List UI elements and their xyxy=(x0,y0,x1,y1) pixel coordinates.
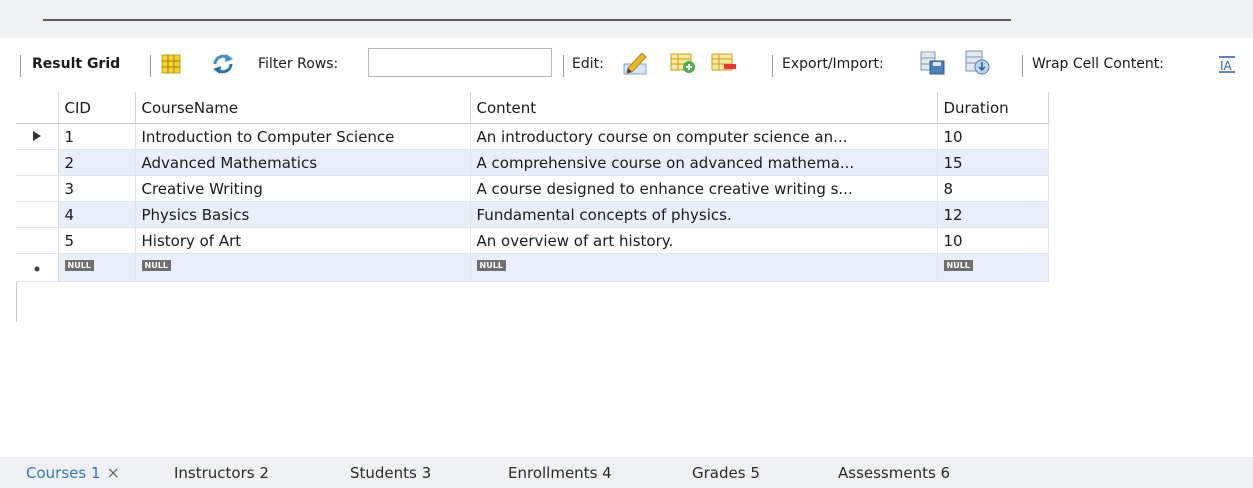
cell-duration[interactable]: 8 xyxy=(937,175,1049,202)
cell-coursename-null[interactable]: NULL xyxy=(135,253,471,282)
column-header-coursename[interactable]: CourseName xyxy=(135,92,471,124)
cell-duration-null[interactable]: NULL xyxy=(937,253,1049,282)
row-indicator-header xyxy=(16,92,59,124)
tab-students[interactable]: Students 3 xyxy=(350,457,431,488)
row-indicator xyxy=(16,227,59,254)
tab-label: Assessments 6 xyxy=(838,463,951,482)
cell-cid[interactable]: 4 xyxy=(58,201,136,228)
import-icon[interactable] xyxy=(965,50,991,76)
current-row-indicator xyxy=(16,123,59,150)
tab-assessments[interactable]: Assessments 6 xyxy=(838,457,950,488)
cell-duration[interactable]: 10 xyxy=(937,123,1049,150)
cell-coursename[interactable]: History of Art xyxy=(135,227,471,254)
cell-cid-null[interactable]: NULL xyxy=(58,253,136,282)
refresh-icon[interactable] xyxy=(211,53,235,75)
cell-coursename[interactable]: Creative Writing xyxy=(135,175,471,202)
panel-splitter-line[interactable] xyxy=(43,19,1011,21)
cell-content[interactable]: A course designed to enhance creative wr… xyxy=(470,175,938,202)
tab-instructors[interactable]: Instructors 2 xyxy=(174,457,269,488)
asterisk-icon xyxy=(34,266,40,271)
new-row-indicator xyxy=(16,253,59,282)
toolbar-separator xyxy=(563,55,564,77)
edit-row-icon[interactable] xyxy=(622,50,648,76)
toolbar-separator xyxy=(20,55,21,77)
cell-content[interactable]: An overview of art history. xyxy=(470,227,938,254)
null-badge: NULL xyxy=(476,260,506,271)
table-row[interactable]: 3 Creative Writing A course designed to … xyxy=(16,175,1049,202)
result-toolbar: Result Grid Filter Rows: Edit: Export/Im… xyxy=(0,38,1253,89)
cell-coursename[interactable]: Advanced Mathematics xyxy=(135,149,471,176)
new-row-placeholder[interactable]: NULL NULL NULL NULL xyxy=(16,253,1049,282)
cell-cid[interactable]: 5 xyxy=(58,227,136,254)
export-import-label: Export/Import: xyxy=(782,55,884,72)
cell-content[interactable]: An introductory course on computer scien… xyxy=(470,123,938,150)
tab-courses[interactable]: Courses 1 × xyxy=(26,457,120,488)
table-row[interactable]: 4 Physics Basics Fundamental concepts of… xyxy=(16,201,1049,228)
play-arrow-icon xyxy=(32,130,41,141)
result-grid-label: Result Grid xyxy=(32,55,121,72)
grid-view-icon[interactable] xyxy=(161,54,181,74)
result-tabs-bar: Courses 1 × Instructors 2 Students 3 Enr… xyxy=(0,457,1253,488)
table-row[interactable]: 1 Introduction to Computer Science An in… xyxy=(16,123,1049,150)
close-icon[interactable]: × xyxy=(107,463,120,482)
cell-content-null[interactable]: NULL xyxy=(470,253,938,282)
cell-content[interactable]: A comprehensive course on advanced mathe… xyxy=(470,149,938,176)
row-indicator xyxy=(16,149,59,176)
cell-duration[interactable]: 15 xyxy=(937,149,1049,176)
result-grid: CID CourseName Content Duration 1 Introd… xyxy=(16,92,1049,282)
cell-cid[interactable]: 1 xyxy=(58,123,136,150)
edit-label: Edit: xyxy=(572,55,604,72)
tab-label: Students 3 xyxy=(350,463,432,482)
cell-cid[interactable]: 2 xyxy=(58,149,136,176)
null-badge: NULL xyxy=(141,260,171,271)
wrap-cell-content-label: Wrap Cell Content: xyxy=(1032,55,1164,72)
filter-rows-input[interactable] xyxy=(368,48,552,77)
row-indicator xyxy=(16,175,59,202)
column-header-cid[interactable]: CID xyxy=(58,92,136,124)
toolbar-separator xyxy=(150,55,151,77)
toolbar-separator xyxy=(1022,55,1023,77)
grid-header-row: CID CourseName Content Duration xyxy=(16,92,1049,124)
table-row[interactable]: 5 History of Art An overview of art hist… xyxy=(16,227,1049,254)
delete-row-icon[interactable] xyxy=(711,52,737,74)
column-header-duration[interactable]: Duration xyxy=(937,92,1049,124)
add-row-icon[interactable] xyxy=(670,52,696,74)
null-badge: NULL xyxy=(943,260,973,271)
cell-coursename[interactable]: Introduction to Computer Science xyxy=(135,123,471,150)
tab-label: Instructors 2 xyxy=(174,463,269,482)
filter-rows-label: Filter Rows: xyxy=(258,55,339,72)
tab-label: Enrollments 4 xyxy=(508,463,612,482)
tab-label: Grades 5 xyxy=(692,463,760,482)
null-badge: NULL xyxy=(64,260,94,271)
cell-duration[interactable]: 10 xyxy=(937,227,1049,254)
cell-content[interactable]: Fundamental concepts of physics. xyxy=(470,201,938,228)
wrap-text-icon[interactable]: IA xyxy=(1218,55,1236,73)
row-indicator xyxy=(16,201,59,228)
cell-cid[interactable]: 3 xyxy=(58,175,136,202)
cell-coursename[interactable]: Physics Basics xyxy=(135,201,471,228)
tab-enrollments[interactable]: Enrollments 4 xyxy=(508,457,612,488)
table-row[interactable]: 2 Advanced Mathematics A comprehensive c… xyxy=(16,149,1049,176)
tab-label: Courses 1 xyxy=(26,463,101,482)
export-icon[interactable] xyxy=(920,51,946,75)
column-header-content[interactable]: Content xyxy=(470,92,938,124)
toolbar-separator xyxy=(772,55,773,77)
top-panel-band xyxy=(0,0,1253,38)
cell-duration[interactable]: 12 xyxy=(937,201,1049,228)
svg-text:IA: IA xyxy=(1220,59,1233,73)
tab-grades[interactable]: Grades 5 xyxy=(692,457,760,488)
